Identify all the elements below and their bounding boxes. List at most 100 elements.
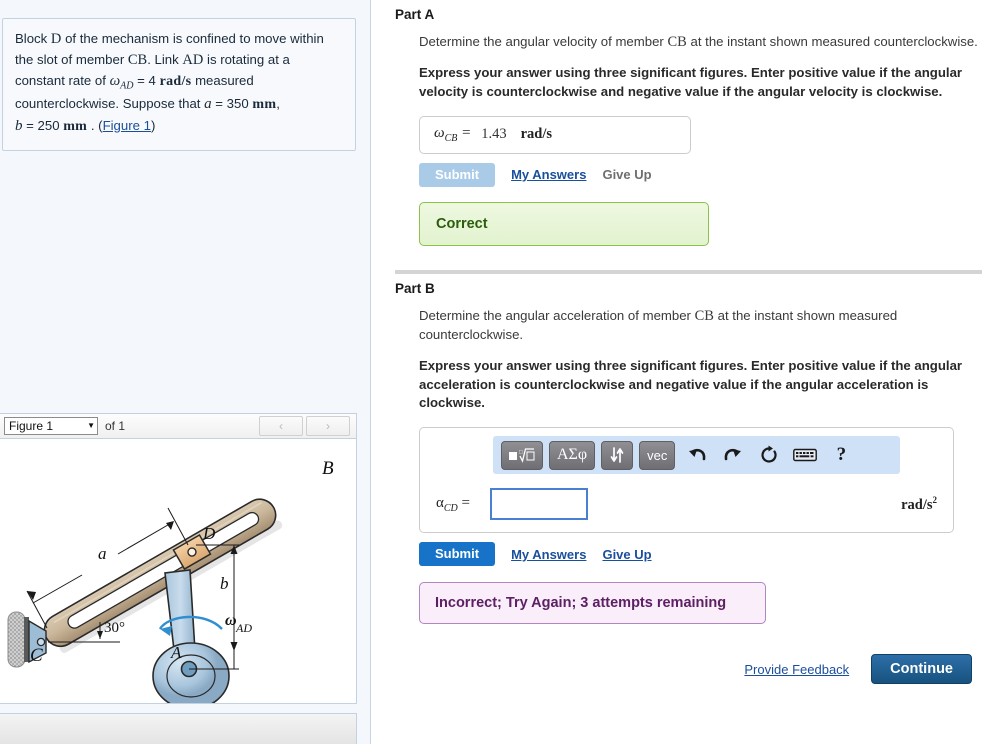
problem-var-AD: AD xyxy=(182,52,204,69)
problem-omega-symbol: ω xyxy=(109,73,121,90)
figure-select-value: Figure 1 xyxy=(9,419,54,433)
page-footer-actions: Provide Feedback Continue xyxy=(419,654,982,685)
part-a-question: Determine the angular velocity of member… xyxy=(419,32,982,52)
part-b-button-row: Submit My Answers Give Up xyxy=(419,542,982,567)
part-a-button-row: Submit My Answers Give Up xyxy=(419,162,982,188)
problem-text-3: . Link xyxy=(147,52,183,68)
part-a-status-badge: Correct xyxy=(419,202,709,247)
figure-label-angle: 30° xyxy=(104,620,125,636)
problem-var-CB: CB xyxy=(127,52,148,69)
part-b-question: Determine the angular acceleration of me… xyxy=(419,306,982,345)
part-a-answer-box[interactable]: ωCB = 1.43 rad/s xyxy=(419,115,691,154)
figure-next-button[interactable]: › xyxy=(306,416,350,436)
part-a-body: Determine the angular velocity of member… xyxy=(419,32,982,247)
problem-unit-mm-b: mm xyxy=(63,118,88,134)
figure-toolbar: Figure 1 ▼ of 1 ‹ › xyxy=(0,413,357,439)
vector-button[interactable]: vec xyxy=(639,440,676,470)
right-panel: Part A Determine the angular velocity of… xyxy=(371,0,996,744)
part-b-answer-input[interactable] xyxy=(490,488,588,521)
part-a-answer-subscript: CB xyxy=(444,133,458,145)
part-b-answer-equals: = xyxy=(461,494,470,511)
template-root-button[interactable]: □ xyxy=(501,440,543,470)
wall-support xyxy=(7,611,29,668)
figure-label-omega-sub: AD xyxy=(235,621,252,635)
part-a-my-answers-link[interactable]: My Answers xyxy=(511,167,586,182)
problem-unit-rads: rad/s xyxy=(159,74,192,90)
part-b-instruction: Express your answer using three signific… xyxy=(419,357,963,411)
part-a-answer-value: 1.43 xyxy=(481,126,507,143)
figure-count-label: of 1 xyxy=(105,419,126,433)
part-b-input-row: αCD = rad/s2 xyxy=(430,488,943,521)
part-a-answer-unit: rad/s xyxy=(520,126,553,143)
continue-button[interactable]: Continue xyxy=(871,654,972,685)
part-a-answer-equals: = xyxy=(461,125,472,142)
problem-statement: Block D of the mechanism is confined to … xyxy=(2,18,356,151)
provide-feedback-link[interactable]: Provide Feedback xyxy=(744,662,849,677)
pulley-A xyxy=(152,642,230,703)
greek-letters-button[interactable]: ΑΣφ xyxy=(549,440,596,470)
part-b-answer-unit: rad/s2 xyxy=(901,494,938,513)
part-b-body: Determine the angular acceleration of me… xyxy=(419,306,982,685)
left-panel: Block D of the mechanism is confined to … xyxy=(0,0,371,744)
svg-text:□: □ xyxy=(519,449,523,455)
figure-canvas[interactable]: a b 30° ω AD B C D A xyxy=(0,439,357,704)
problem-period: . xyxy=(90,117,95,133)
part-a-question-text-1: Determine the angular velocity of member xyxy=(419,34,668,49)
part-a-answer-symbol: ωCB = xyxy=(434,125,472,145)
figure-label-b: b xyxy=(220,574,229,593)
problem-var-a: a xyxy=(204,96,212,113)
part-b-answer-unit-exponent: 2 xyxy=(932,494,938,505)
problem-var-b: b xyxy=(15,117,23,134)
figure-label-A: A xyxy=(170,643,182,662)
figure-label-C: C xyxy=(30,645,43,666)
part-b-section: Part B Determine the angular acceleratio… xyxy=(371,281,996,685)
part-b-submit-button[interactable]: Submit xyxy=(419,542,496,567)
part-b-question-var: CB xyxy=(694,308,714,325)
problem-comma: , xyxy=(276,96,280,112)
part-b-question-text-1: Determine the angular acceleration of me… xyxy=(419,308,695,324)
redo-icon[interactable] xyxy=(719,441,747,469)
problem-var-D: D xyxy=(50,31,62,47)
problem-text-1: Block xyxy=(15,31,51,46)
section-divider xyxy=(395,270,982,275)
undo-icon[interactable] xyxy=(683,441,711,469)
problem-a-equals: = 350 xyxy=(211,96,249,112)
figure-prev-button[interactable]: ‹ xyxy=(259,416,303,436)
problem-omega-subscript: AD xyxy=(120,80,134,92)
part-b-answer-symbol: αCD = xyxy=(436,494,470,514)
figure-label-a: a xyxy=(98,544,107,563)
keyboard-icon[interactable] xyxy=(791,441,819,469)
part-a-question-var: CB xyxy=(667,34,687,50)
left-footer-bar xyxy=(0,713,357,744)
part-a-title: Part A xyxy=(395,7,435,22)
part-b-title: Part B xyxy=(395,281,435,297)
updown-arrow-icon xyxy=(610,447,624,463)
figure-select[interactable]: Figure 1 ▼ xyxy=(4,417,98,435)
reset-icon[interactable] xyxy=(755,441,783,469)
problem-b-equals: = 250 xyxy=(22,117,60,133)
part-a-give-up-link[interactable]: Give Up xyxy=(602,167,651,182)
problem-unit-mm-a: mm xyxy=(252,97,277,113)
figure-1-link[interactable]: Figure 1 xyxy=(103,118,151,133)
figure-nav-group: ‹ › xyxy=(259,416,352,436)
help-icon[interactable]: ? xyxy=(827,441,855,469)
math-toolbar: □ ΑΣφ vec ? xyxy=(493,436,900,475)
page-root: Block D of the mechanism is confined to … xyxy=(0,0,996,744)
part-b-my-answers-link[interactable]: My Answers xyxy=(511,547,586,562)
figure-label-B: B xyxy=(322,458,334,479)
problem-omega-equals: = 4 xyxy=(133,73,156,89)
part-b-answer-subscript: CD xyxy=(443,502,458,514)
mechanism-diagram: a b 30° ω AD B C D A xyxy=(7,458,334,703)
figure-label-D: D xyxy=(202,524,216,543)
part-a-section: Part A Determine the angular velocity of… xyxy=(371,7,996,247)
part-b-answer-group: □ ΑΣφ vec ? αCD = rad/s2 xyxy=(419,427,954,534)
part-b-status-badge: Incorrect; Try Again; 3 attempts remaini… xyxy=(419,582,766,625)
part-b-give-up-link[interactable]: Give Up xyxy=(602,547,651,562)
chevron-down-icon: ▼ xyxy=(87,421,95,430)
nth-root-icon: □ xyxy=(509,447,535,463)
part-a-submit-button[interactable]: Submit xyxy=(419,162,496,188)
up-down-arrows-button[interactable] xyxy=(601,440,634,470)
part-a-question-text-2: at the instant shown measured counterclo… xyxy=(686,34,978,49)
part-a-instruction: Express your answer using three signific… xyxy=(419,65,963,100)
figure-label-omega: ω xyxy=(225,612,237,629)
